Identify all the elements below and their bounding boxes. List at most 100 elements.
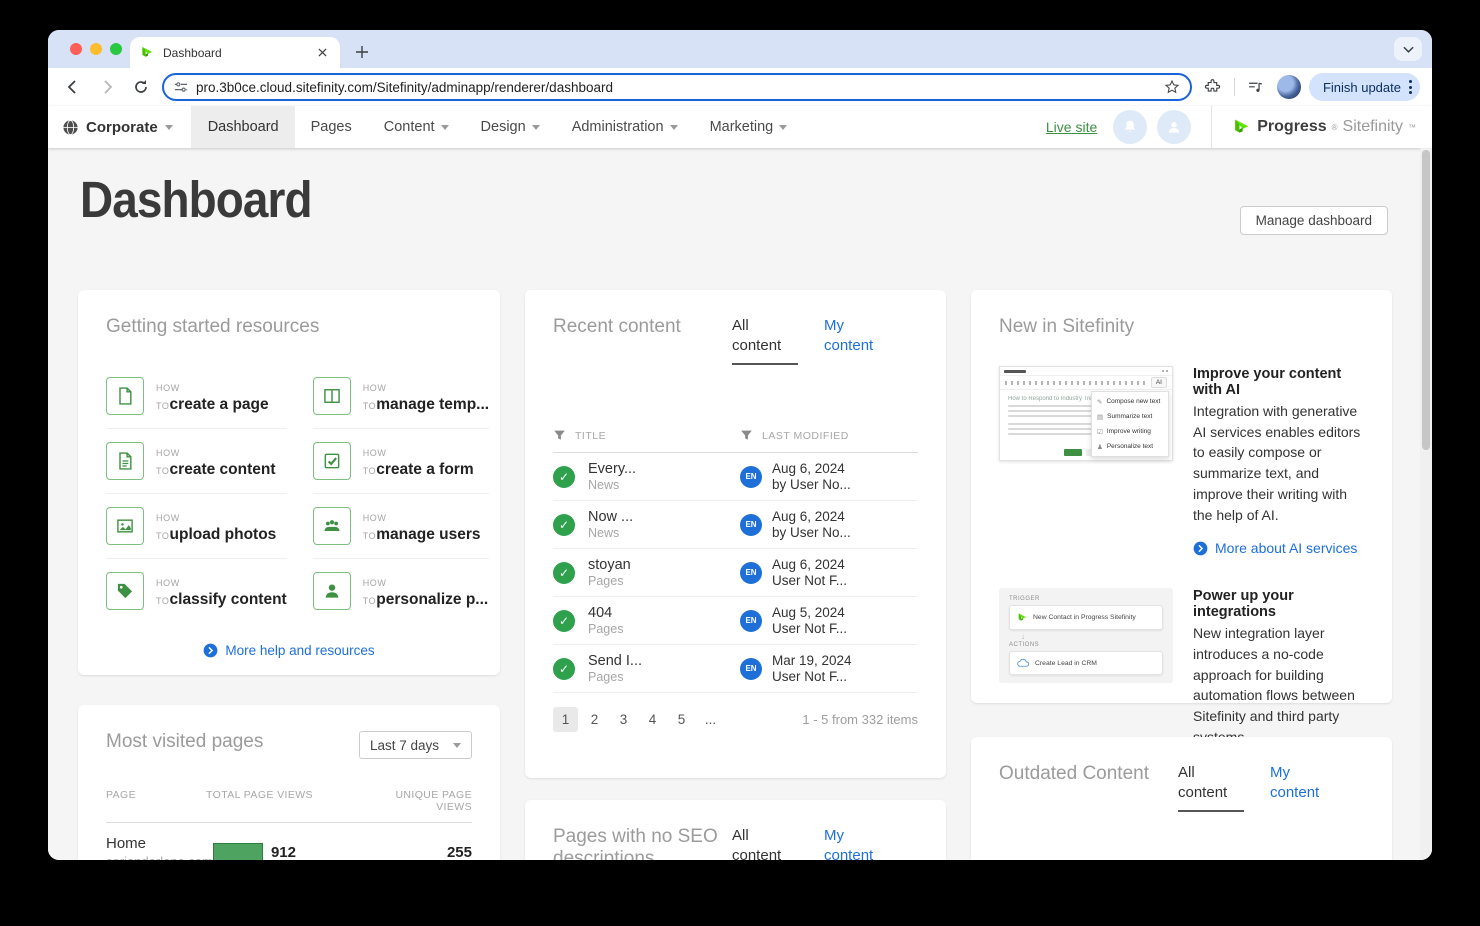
close-window-button[interactable]	[70, 43, 82, 55]
column-header: PAGE	[106, 789, 136, 801]
more-about-ai-link[interactable]: More about AI services	[1193, 539, 1364, 558]
page-button-more[interactable]: ...	[698, 707, 723, 732]
outdated-content-card: Outdated Content All content My content	[971, 737, 1392, 860]
tab-my-content[interactable]: My content	[824, 826, 890, 860]
tab-my-content[interactable]: My content	[824, 316, 890, 365]
reload-button[interactable]	[128, 74, 154, 100]
site-info-icon[interactable]	[174, 80, 188, 94]
nav-item-pages[interactable]: Pages	[295, 106, 368, 148]
pages-no-seo-card: Pages with no SEO descriptions All conte…	[525, 800, 946, 860]
forward-button[interactable]	[94, 74, 120, 100]
browser-tab[interactable]: Dashboard	[130, 37, 340, 68]
address-bar[interactable]: pro.3b0ce.cloud.sitefinity.com/Sitefinit…	[162, 73, 1192, 101]
manage-dashboard-button[interactable]: Manage dashboard	[1239, 206, 1388, 235]
arrow-circle-icon	[203, 643, 218, 658]
finish-update-button[interactable]: Finish update	[1308, 73, 1420, 101]
tab-my-content[interactable]: My content	[1270, 763, 1336, 812]
scrollbar-thumb[interactable]	[1422, 150, 1430, 450]
page-button-2[interactable]: 2	[582, 707, 607, 732]
live-site-link[interactable]: Live site	[1046, 119, 1097, 135]
browser-tab-strip: Dashboard	[48, 30, 1432, 68]
tab-close-icon[interactable]	[314, 45, 330, 61]
page-button-5[interactable]: 5	[669, 707, 694, 732]
maximize-window-button[interactable]	[110, 43, 122, 55]
howto-manage-users[interactable]: HOW TOmanage users	[312, 494, 490, 559]
save-button-mini	[1064, 449, 1082, 456]
image-icon	[106, 507, 144, 545]
column-header: TITLE	[575, 429, 607, 442]
language-badge: EN	[740, 561, 762, 584]
extensions-puzzle-icon[interactable]	[1200, 74, 1226, 100]
tag-icon	[106, 572, 144, 610]
column-header: LAST MODIFIED	[762, 429, 849, 442]
back-button[interactable]	[60, 74, 86, 100]
howto-upload-photos[interactable]: HOW TOupload photos	[106, 494, 287, 559]
tab-all-content[interactable]: All content	[732, 826, 798, 860]
table-row[interactable]: Send I...Pages EN Mar 19, 2024User Not F…	[553, 645, 918, 693]
pagination: 1 2 3 4 5 ... 1 - 5 from 332 items	[553, 707, 918, 732]
profile-avatar[interactable]	[1276, 75, 1301, 99]
globe-icon	[62, 119, 79, 136]
howto-manage-templates[interactable]: HOW TOmanage temp...	[312, 364, 490, 429]
table-row[interactable]: 404Pages EN Aug 5, 2024User Not F...	[553, 597, 918, 645]
nav-item-design[interactable]: Design	[465, 106, 556, 148]
new-tab-button[interactable]	[352, 42, 372, 62]
chevron-down-icon	[440, 124, 449, 130]
filter-icon[interactable]	[553, 429, 566, 442]
table-row[interactable]: stoyanPages EN Aug 6, 2024User Not F...	[553, 549, 918, 597]
table-row[interactable]: Now ...News EN Aug 6, 2024by User No...	[553, 501, 918, 549]
columns-icon	[312, 377, 351, 415]
published-check-icon	[553, 609, 575, 632]
howto-create-a-form[interactable]: HOW TOcreate a form	[312, 429, 490, 494]
more-help-link[interactable]: More help and resources	[106, 643, 472, 658]
browser-window: Dashboard pro.3b0ce.cloud.sitefinity.com…	[48, 30, 1432, 860]
user-profile-icon[interactable]	[1157, 110, 1192, 144]
howto-personalize-pages[interactable]: HOW TOpersonalize p...	[312, 559, 489, 623]
card-title: Getting started resources	[106, 316, 320, 337]
url-text[interactable]: pro.3b0ce.cloud.sitefinity.com/Sitefinit…	[196, 80, 1156, 95]
ai-editor-thumbnail: AI How to Respond to Industry Trend ✎ Com…	[999, 366, 1173, 461]
site-selector-label: Corporate	[86, 118, 158, 136]
most-visited-card: Most visited pages Last 7 days PAGE TOTA…	[78, 705, 500, 860]
arrow-circle-icon	[1193, 539, 1208, 558]
published-check-icon	[553, 513, 575, 536]
page-scrollbar[interactable]	[1420, 148, 1432, 860]
nav-item-content[interactable]: Content	[368, 106, 465, 148]
ai-dropdown-button: AI	[1150, 377, 1167, 388]
language-badge: EN	[740, 513, 762, 536]
tab-all-content[interactable]: All content	[1178, 763, 1244, 812]
feature-heading: Improve your content with AI	[1193, 366, 1342, 398]
nav-item-dashboard[interactable]: Dashboard	[191, 106, 295, 148]
nav-item-marketing[interactable]: Marketing	[694, 106, 804, 148]
reading-list-icon[interactable]	[1243, 74, 1269, 100]
pagination-summary: 1 - 5 from 332 items	[802, 712, 918, 727]
getting-started-card: Getting started resources HOW TOcreate a…	[78, 290, 500, 675]
users-icon	[312, 507, 351, 545]
chevron-down-icon	[779, 124, 788, 130]
date-range-select[interactable]: Last 7 days	[358, 731, 472, 759]
chevron-down-icon	[453, 742, 461, 748]
howto-create-content[interactable]: HOW TOcreate content	[106, 429, 287, 494]
page-button-4[interactable]: 4	[640, 707, 665, 732]
filter-icon[interactable]	[740, 429, 753, 442]
howto-create-a-page[interactable]: HOW TOcreate a page	[106, 364, 287, 429]
site-selector[interactable]: Corporate	[48, 106, 192, 148]
table-row[interactable]: Home corianderlane.com 912 255	[106, 823, 472, 860]
minimize-window-button[interactable]	[90, 43, 102, 55]
dashboard-content: Dashboard Manage dashboard Getting start…	[48, 148, 1432, 860]
integration-flow-thumbnail: TRIGGER New Contact in Progress Sitefini…	[999, 588, 1173, 684]
cloud-icon	[1017, 658, 1030, 668]
page-button-3[interactable]: 3	[611, 707, 636, 732]
tab-all-content[interactable]: All content	[732, 316, 798, 365]
language-badge: EN	[740, 465, 762, 488]
howto-classify-content[interactable]: HOW TOclassify content	[106, 559, 287, 623]
new-in-sitefinity-card: New in Sitefinity AI How to Respond to I…	[971, 290, 1392, 797]
notifications-bell-icon[interactable]	[1113, 110, 1148, 144]
table-row[interactable]: Every...News EN Aug 6, 2024by User No...	[553, 453, 918, 501]
tab-list-chevron-icon[interactable]	[1394, 37, 1422, 61]
language-badge: EN	[740, 609, 762, 632]
browser-menu-kebab-icon[interactable]	[1409, 80, 1412, 94]
nav-item-administration[interactable]: Administration	[556, 106, 694, 148]
bookmark-star-icon[interactable]	[1164, 79, 1180, 95]
page-button-1[interactable]: 1	[553, 707, 578, 732]
